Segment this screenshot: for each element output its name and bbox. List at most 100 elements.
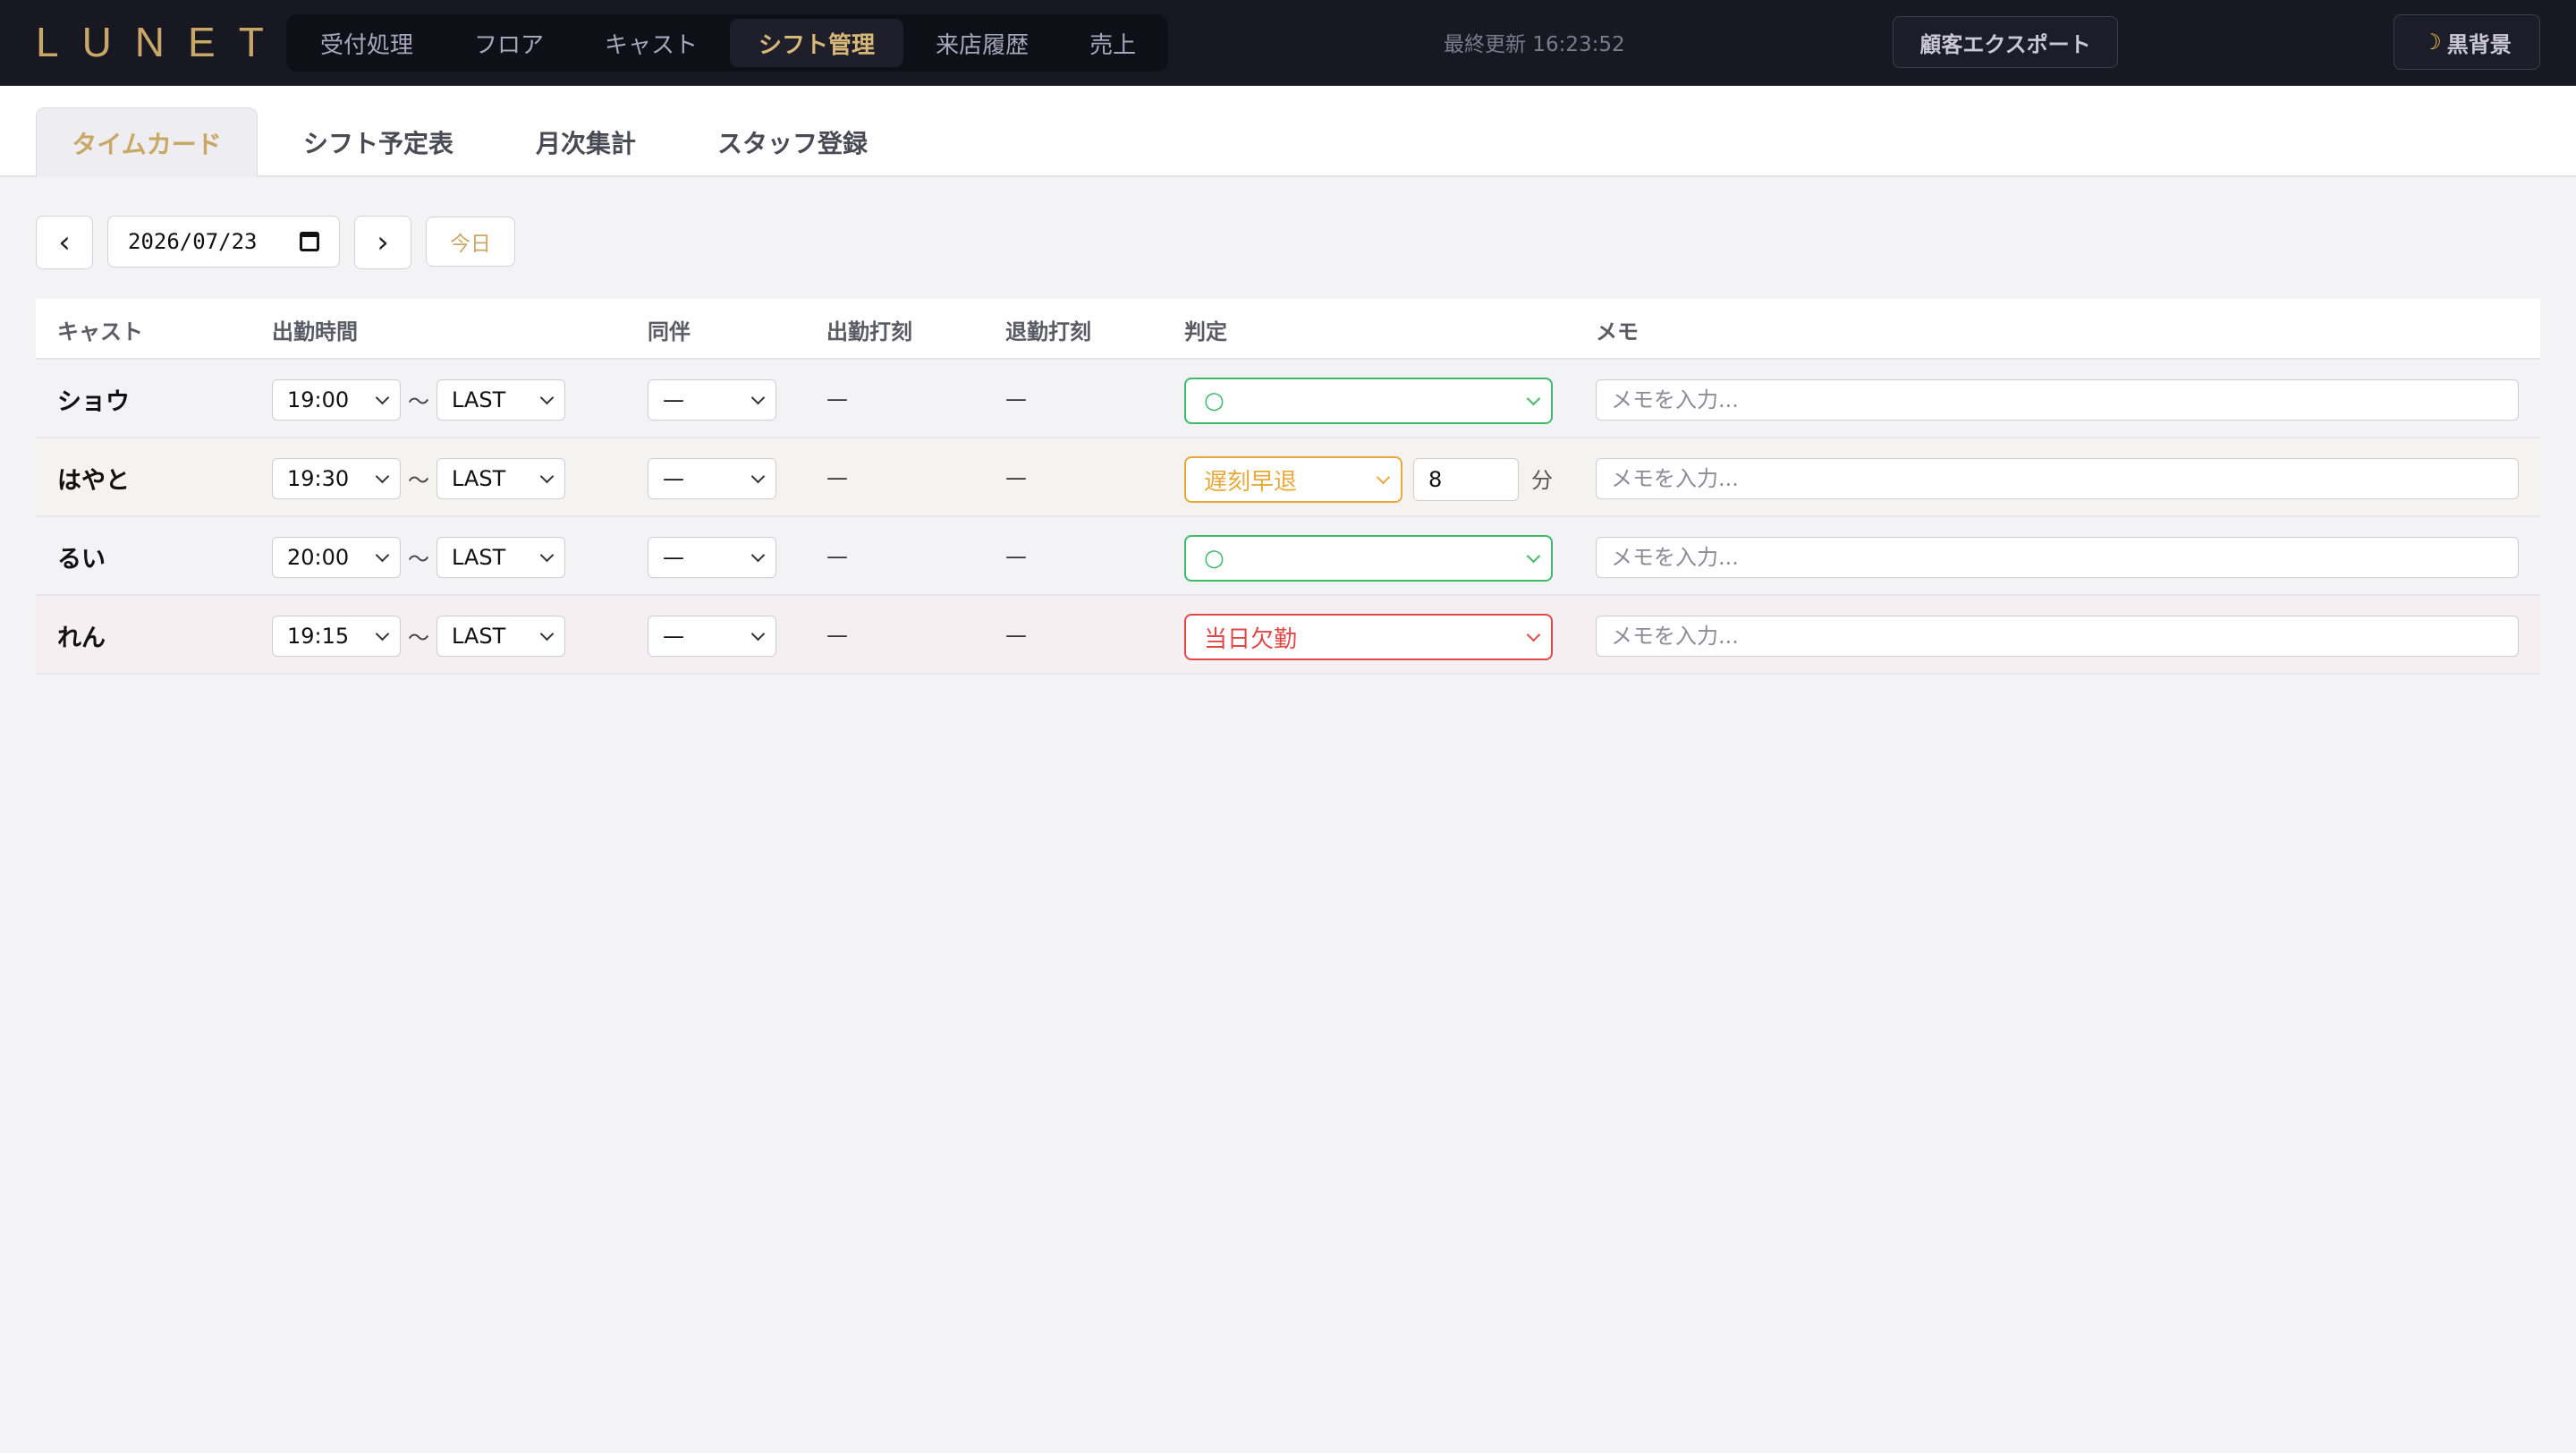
chevron-down-icon — [1526, 548, 1541, 564]
memo-input[interactable] — [1596, 616, 2519, 657]
judgement-select[interactable]: 遅刻早退 — [1184, 456, 1402, 503]
start-time-value: 20:00 — [287, 545, 350, 570]
cast-name: はやと — [57, 466, 130, 495]
start-time-value: 19:00 — [287, 387, 350, 412]
douhan-select[interactable]: — — [648, 458, 776, 499]
end-time-select[interactable]: LAST — [436, 537, 565, 578]
header-clock-in: 出勤打刻 — [826, 319, 912, 344]
moon-icon: ☽ — [2422, 30, 2442, 55]
last-updated: 最終更新 16:23:52 — [1444, 33, 1625, 56]
late-minutes-input[interactable]: 8 — [1413, 458, 1519, 501]
chevron-down-icon — [1376, 470, 1391, 485]
judgement-select[interactable]: ○ — [1184, 535, 1553, 582]
table-row: るい 20:00 〜 LAST — — — ○ — [36, 517, 2540, 596]
clock-out-value: — — [1005, 465, 1027, 490]
douhan-select[interactable]: — — [648, 616, 776, 657]
clock-in-value: — — [826, 544, 848, 569]
judgement-value: 遅刻早退 — [1204, 468, 1298, 496]
tab-staff-registration[interactable]: スタッフ登録 — [703, 107, 882, 177]
end-time-select[interactable]: LAST — [436, 458, 565, 499]
table-row: はやと 19:30 〜 LAST — — — 遅刻早退 8 分 — [36, 438, 2540, 517]
nav-cast[interactable]: キャスト — [576, 19, 726, 67]
top-bar: LUNET 受付処理 フロア キャスト シフト管理 来店履歴 売上 最終更新 1… — [0, 0, 2576, 86]
time-separator: 〜 — [408, 546, 429, 572]
clock-out-value: — — [1005, 544, 1027, 569]
judgement-value: 当日欠勤 — [1204, 625, 1298, 653]
memo-input[interactable] — [1596, 458, 2519, 499]
prev-date-button[interactable]: ‹ — [36, 216, 93, 269]
chevron-down-icon — [539, 469, 555, 484]
app-logo: LUNET — [36, 19, 287, 65]
chevron-down-icon — [539, 390, 555, 405]
start-time-select[interactable]: 20:00 — [272, 537, 401, 578]
memo-input[interactable] — [1596, 379, 2519, 421]
chevron-down-icon — [375, 626, 390, 642]
start-time-select[interactable]: 19:30 — [272, 458, 401, 499]
nav-reception[interactable]: 受付処理 — [292, 19, 442, 67]
main-nav: 受付処理 フロア キャスト シフト管理 来店履歴 売上 — [286, 14, 1168, 72]
end-time-select[interactable]: LAST — [436, 379, 565, 421]
cast-name: れん — [57, 624, 106, 652]
header-shift-time: 出勤時間 — [272, 319, 358, 344]
sub-tabs: タイムカード シフト予定表 月次集計 スタッフ登録 — [0, 86, 2576, 177]
customer-export-button[interactable]: 顧客エクスポート — [1893, 16, 2118, 68]
end-time-value: LAST — [452, 624, 506, 649]
start-time-value: 19:30 — [287, 466, 350, 491]
header-memo: メモ — [1596, 319, 1639, 344]
time-separator: 〜 — [408, 388, 429, 414]
nav-visit-history[interactable]: 来店履歴 — [907, 19, 1057, 67]
nav-shift-management[interactable]: シフト管理 — [730, 19, 904, 67]
chevron-down-icon — [750, 469, 766, 484]
chevron-down-icon — [750, 390, 766, 405]
cast-name: るい — [57, 545, 106, 574]
chevron-down-icon — [1526, 391, 1541, 406]
table-header: キャスト 出勤時間 同伴 出勤打刻 退勤打刻 判定 メモ — [36, 299, 2540, 360]
clock-in-value: — — [826, 387, 848, 412]
next-date-button[interactable]: › — [354, 216, 411, 269]
judgement-select[interactable]: ○ — [1184, 378, 1553, 424]
date-input[interactable]: 2026/07/23 — [107, 216, 340, 268]
end-time-value: LAST — [452, 387, 506, 412]
header-cast: キャスト — [57, 319, 143, 344]
table-row: ショウ 19:00 〜 LAST — — — ○ — [36, 360, 2540, 438]
calendar-icon[interactable] — [300, 232, 319, 251]
tab-shift-schedule[interactable]: シフト予定表 — [286, 107, 470, 177]
judgement-select[interactable]: 当日欠勤 — [1184, 614, 1553, 660]
start-time-value: 19:15 — [287, 624, 350, 649]
chevron-down-icon — [539, 626, 555, 642]
nav-floor[interactable]: フロア — [445, 19, 572, 67]
header-judgement: 判定 — [1184, 319, 1227, 344]
douhan-select[interactable]: — — [648, 537, 776, 578]
tab-monthly-summary[interactable]: 月次集計 — [519, 107, 653, 177]
chevron-down-icon — [750, 626, 766, 642]
nav-sales[interactable]: 売上 — [1061, 19, 1165, 67]
memo-input[interactable] — [1596, 537, 2519, 578]
douhan-value: — — [663, 387, 684, 412]
clock-in-value: — — [826, 623, 848, 648]
timecard-table: キャスト 出勤時間 同伴 出勤打刻 退勤打刻 判定 メモ ショウ 19:00 〜… — [36, 299, 2540, 675]
dark-theme-label: 黒背景 — [2446, 31, 2512, 57]
judgement-value: ○ — [1204, 545, 1224, 572]
dark-theme-button[interactable]: ☽ 黒背景 — [2394, 14, 2540, 70]
time-separator: 〜 — [408, 467, 429, 493]
douhan-value: — — [663, 545, 684, 570]
tab-timecard[interactable]: タイムカード — [36, 107, 258, 177]
cast-name: ショウ — [57, 387, 130, 416]
today-button[interactable]: 今日 — [426, 217, 515, 267]
chevron-down-icon — [375, 548, 390, 563]
end-time-value: LAST — [452, 545, 506, 570]
chevron-down-icon — [750, 548, 766, 563]
time-separator: 〜 — [408, 625, 429, 650]
douhan-select[interactable]: — — [648, 379, 776, 421]
header-douhan: 同伴 — [648, 319, 691, 344]
chevron-down-icon — [375, 469, 390, 484]
clock-out-value: — — [1005, 387, 1027, 412]
chevron-down-icon — [375, 390, 390, 405]
header-clock-out: 退勤打刻 — [1005, 319, 1091, 344]
start-time-select[interactable]: 19:00 — [272, 379, 401, 421]
douhan-value: — — [663, 624, 684, 649]
start-time-select[interactable]: 19:15 — [272, 616, 401, 657]
date-value: 2026/07/23 — [128, 229, 258, 254]
end-time-select[interactable]: LAST — [436, 616, 565, 657]
table-row: れん 19:15 〜 LAST — — — 当日欠勤 — [36, 596, 2540, 675]
